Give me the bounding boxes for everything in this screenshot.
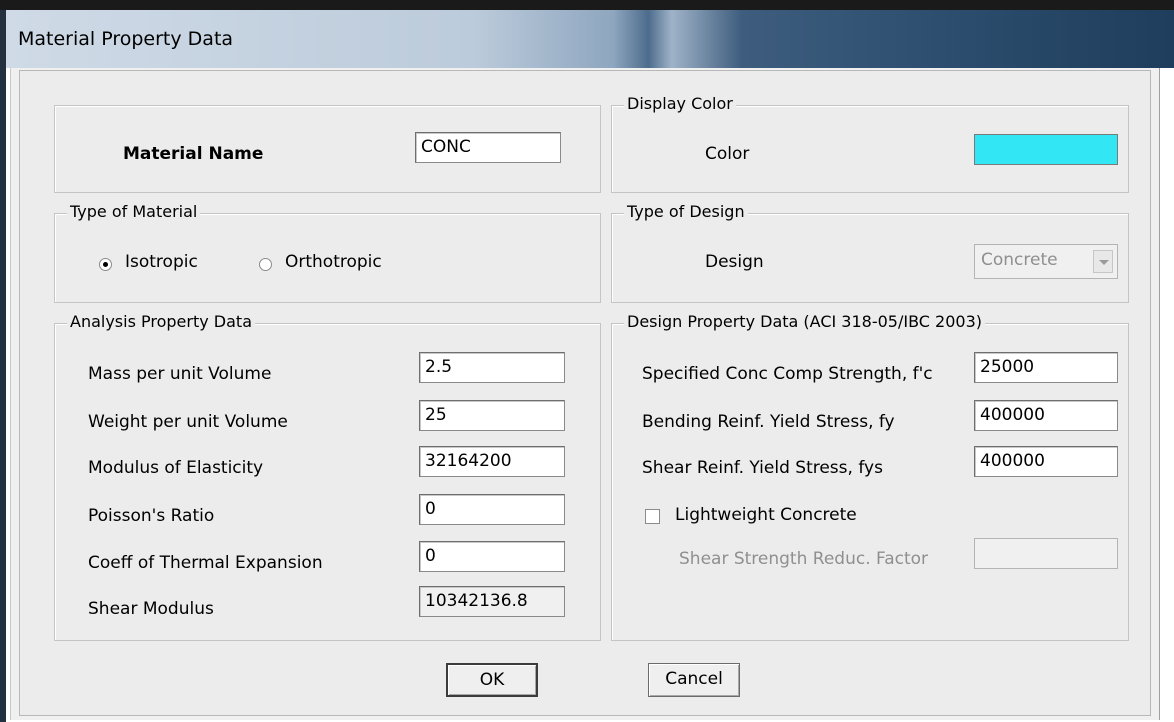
isotropic-label[interactable]: Isotropic — [125, 252, 198, 272]
weight-per-volume-label: Weight per unit Volume — [88, 412, 288, 432]
orthotropic-label[interactable]: Orthotropic — [285, 252, 382, 272]
orthotropic-radio[interactable] — [259, 258, 272, 271]
ok-button[interactable]: OK — [446, 663, 538, 697]
type-of-material-legend: Type of Material — [67, 202, 201, 221]
color-label: Color — [705, 144, 750, 164]
modulus-elasticity-label: Modulus of Elasticity — [88, 458, 264, 478]
left-edge — [0, 10, 6, 722]
color-swatch[interactable] — [974, 134, 1118, 165]
design-property-group: Design Property Data (ACI 318-05/IBC 200… — [611, 312, 1129, 641]
mass-per-volume-input[interactable]: 2.5 — [419, 352, 565, 383]
dialog-body: Material Name CONC Display Color Color T… — [10, 68, 1160, 720]
design-property-legend: Design Property Data (ACI 318-05/IBC 200… — [624, 312, 985, 331]
display-color-legend: Display Color — [624, 94, 736, 113]
bending-yield-label: Bending Reinf. Yield Stress, fy — [642, 412, 895, 432]
display-color-group: Display Color Color — [611, 94, 1129, 193]
dialog-frame: Material Name CONC Display Color Color T… — [19, 70, 1151, 716]
type-of-design-legend: Type of Design — [624, 202, 748, 221]
thermal-expansion-input[interactable]: 0 — [419, 541, 565, 572]
window-title: Material Property Data — [18, 28, 234, 50]
thermal-expansion-label: Coeff of Thermal Expansion — [88, 553, 323, 573]
shear-modulus-value: 10342136.8 — [419, 586, 565, 617]
shear-yield-input[interactable]: 400000 — [974, 446, 1118, 477]
shear-reduc-factor-input — [974, 538, 1118, 569]
mass-per-volume-label: Mass per unit Volume — [88, 364, 272, 384]
lightweight-concrete-checkbox[interactable] — [645, 509, 660, 524]
conc-strength-input[interactable]: 25000 — [974, 352, 1118, 383]
type-of-material-group: Type of Material Isotropic Orthotropic — [54, 202, 601, 303]
design-select-value: Concrete — [981, 250, 1058, 270]
design-label: Design — [705, 252, 764, 272]
modulus-elasticity-input[interactable]: 32164200 — [419, 446, 565, 477]
weight-per-volume-input[interactable]: 25 — [419, 400, 565, 431]
conc-strength-label: Specified Conc Comp Strength, f'c — [642, 364, 933, 384]
cancel-button[interactable]: Cancel — [648, 663, 740, 697]
bending-yield-input[interactable]: 400000 — [974, 400, 1118, 431]
design-select: Concrete — [974, 244, 1118, 279]
isotropic-radio[interactable] — [99, 258, 112, 271]
title-bar[interactable]: Material Property Data — [6, 10, 1174, 68]
material-name-input[interactable]: CONC — [415, 132, 561, 163]
material-name-label: Material Name — [123, 144, 264, 164]
lightweight-concrete-label[interactable]: Lightweight Concrete — [675, 505, 857, 525]
type-of-design-group: Type of Design Design Concrete — [611, 202, 1129, 303]
shear-yield-label: Shear Reinf. Yield Stress, fys — [642, 458, 883, 478]
shear-modulus-label: Shear Modulus — [88, 599, 214, 619]
shear-reduc-factor-label: Shear Strength Reduc. Factor — [679, 549, 929, 569]
material-name-box: Material Name CONC — [54, 105, 601, 193]
poissons-ratio-input[interactable]: 0 — [419, 494, 565, 525]
analysis-property-group: Analysis Property Data Mass per unit Vol… — [54, 312, 601, 641]
poissons-ratio-label: Poisson's Ratio — [88, 506, 215, 526]
top-edge — [0, 0, 1174, 10]
chevron-down-icon — [1093, 250, 1113, 273]
analysis-property-legend: Analysis Property Data — [67, 312, 255, 331]
